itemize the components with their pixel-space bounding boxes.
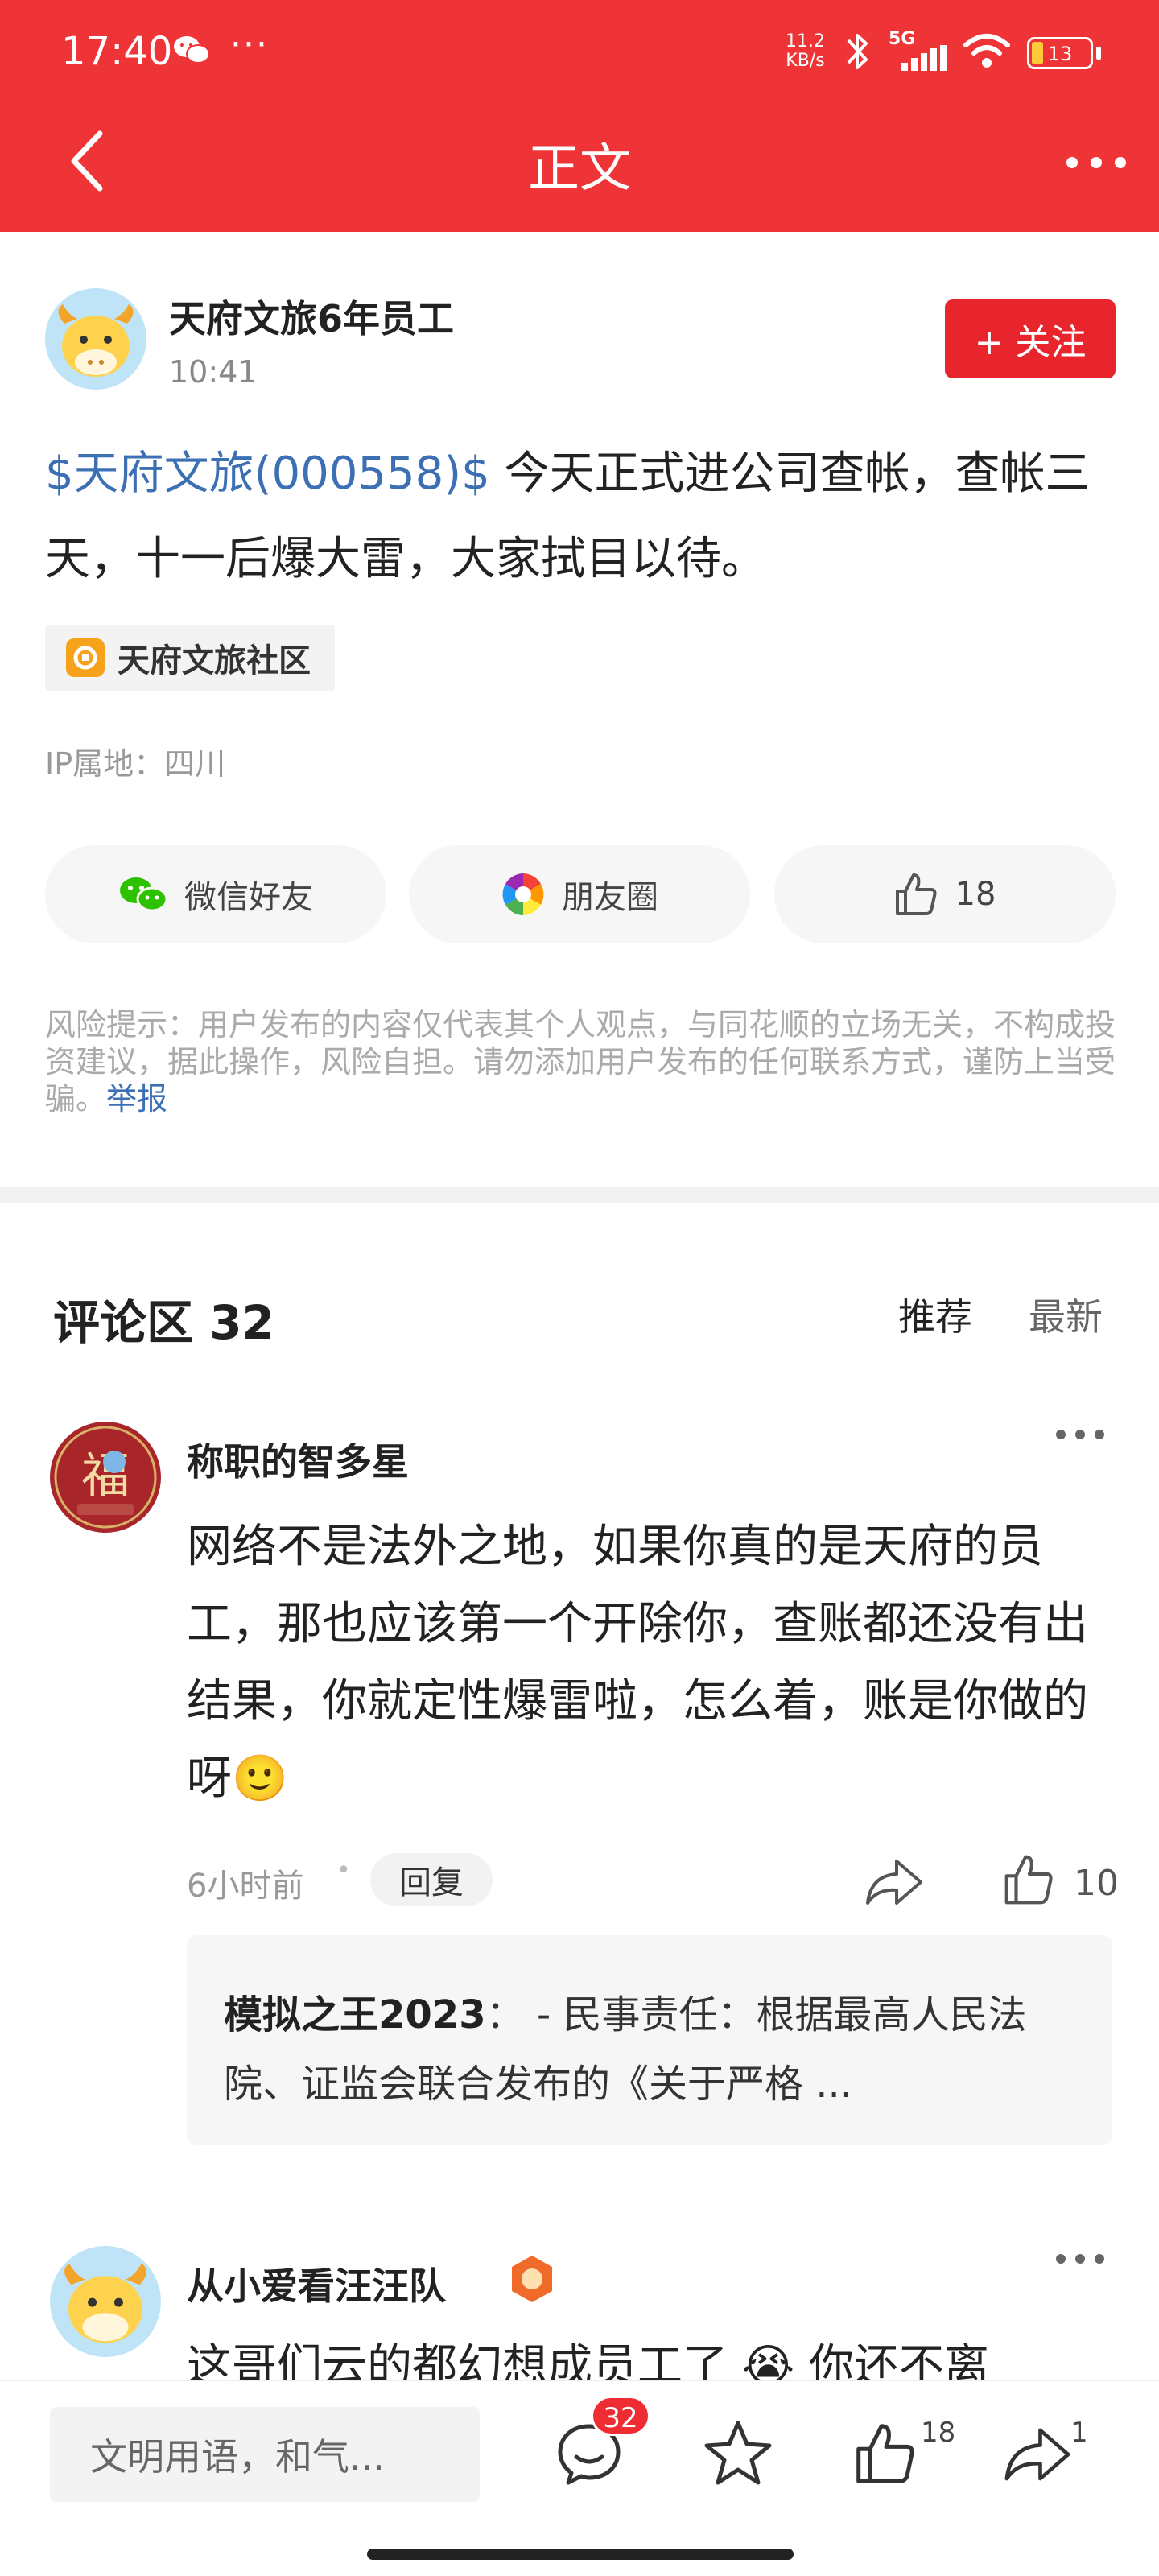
share-arrow-icon[interactable] [864,1856,924,1908]
wifi-icon [963,32,1011,71]
bottom-bar: 文明用语，和气... 32 18 1 [0,2380,1159,2576]
post-content: $天府文旅(000558)$ 今天正式进公司查帐，查帐三天，十一后爆大雷，大家拭… [45,431,1124,602]
top-bar: 17:40 ··· 11.2 KB/s 5G 13 正文 [0,0,1159,232]
separator-dot: • [336,1856,351,1885]
post-like-count: 18 [955,876,996,913]
page-title: 正文 [528,139,631,199]
post-time: 10:41 [169,354,258,390]
smile-emoji: 🙂 [232,1752,288,1805]
tab-recommended[interactable]: 推荐 [898,1288,972,1341]
thumbs-up-icon[interactable] [1001,1853,1058,1906]
community-icon [66,638,105,677]
reply-author[interactable]: 模拟之王2023 [224,1992,486,2037]
post-like-button[interactable]: 18 [774,845,1116,943]
share-arrow-icon[interactable] [1001,2425,1074,2484]
commenter-avatar[interactable]: 福 [50,1422,161,1533]
net-speed: 11.2 KB/s [786,31,825,71]
reply-preview[interactable]: 模拟之王2023： - 民事责任：根据最高人民法院、证监会联合发布的《关于严格 … [187,1935,1112,2145]
more-dots-icon[interactable] [1064,155,1128,171]
like-count: 18 [921,2417,956,2449]
wechat-icon [118,875,168,914]
report-link[interactable]: 举报 [106,1081,167,1117]
battery-icon: 13 [1027,37,1093,69]
follow-button[interactable]: + 关注 [945,299,1116,378]
moments-icon [501,872,546,917]
share-wechat-button[interactable]: 微信好友 [45,845,386,943]
status-time: 17:40 [61,29,173,74]
comment-text: 网络不是法外之地，如果你真的是天府的员工，那也应该第一个开除你，查账都还没有出结… [187,1521,1088,1805]
comment-more-icon[interactable] [1054,1428,1106,1441]
risk-notice: 风险提示：用户发布的内容仅代表其个人观点，与同花顺的立场无关，不构成投资建议，据… [45,1007,1116,1117]
author-name[interactable]: 天府文旅6年员工 [169,290,454,343]
commenter-avatar[interactable] [50,2246,161,2357]
home-indicator[interactable] [367,2549,794,2560]
section-divider [0,1187,1159,1203]
comment-count-badge: 32 [591,2396,650,2436]
signal-icon [900,45,948,71]
wechat-icon [172,34,211,66]
reply-button[interactable]: 回复 [370,1853,493,1906]
comment-more-icon[interactable] [1054,2252,1106,2265]
share-wechat-label: 微信好友 [184,879,313,916]
commenter-name[interactable]: 从小爱看汪汪队 [187,2257,446,2310]
level-badge-icon [509,2254,555,2304]
bluetooth-icon [840,27,876,76]
ip-location: IP属地：四川 [45,746,226,782]
community-tag[interactable]: 天府文旅社区 [45,625,335,691]
comment-time: 6小时前 [187,1868,304,1905]
comment-text: 这哥们云的都幻想成员工了 😭 你还不离 [187,2340,990,2380]
commenter-name[interactable]: 称职的智多星 [187,1433,409,1486]
star-icon[interactable] [702,2418,774,2489]
comment-like-count: 10 [1074,1863,1119,1904]
stock-tag-link[interactable]: $天府文旅(000558)$ [45,448,490,500]
thumbs-up-icon[interactable] [852,2421,921,2486]
community-name: 天府文旅社区 [118,642,311,679]
share-count: 1 [1070,2417,1088,2449]
share-moments-label: 朋友圈 [562,879,658,916]
author-avatar[interactable] [45,288,146,390]
thumbs-up-icon [894,872,939,917]
share-moments-button[interactable]: 朋友圈 [409,845,750,943]
comment-input[interactable]: 文明用语，和气... [50,2407,480,2502]
status-more: ··· [230,24,269,65]
tab-latest[interactable]: 最新 [1029,1288,1103,1341]
comments-title: 评论区 32 [53,1295,274,1350]
